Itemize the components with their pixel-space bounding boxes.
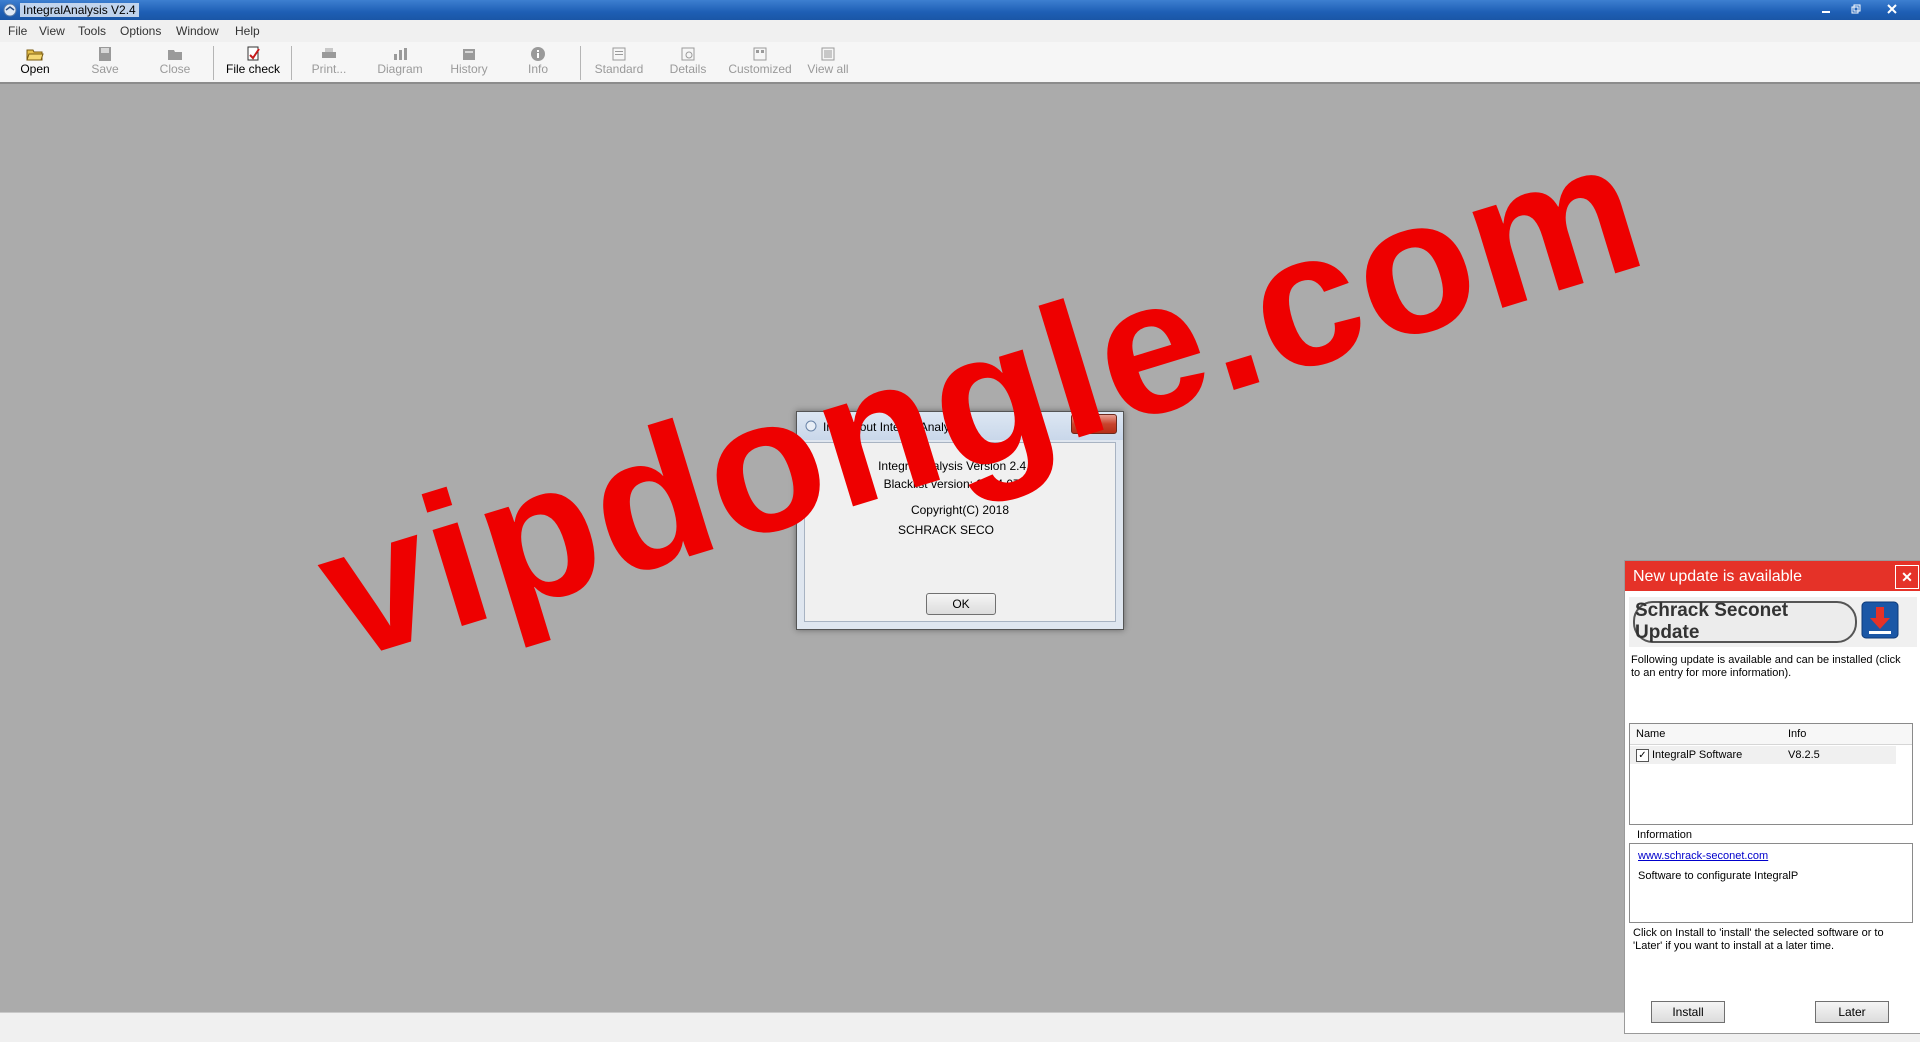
save-button[interactable]: Save: [82, 44, 128, 80]
update-panel-title: New update is available: [1633, 568, 1802, 585]
restore-button[interactable]: [1842, 0, 1870, 18]
install-button[interactable]: Install: [1651, 1001, 1725, 1023]
ok-button[interactable]: OK: [926, 593, 996, 615]
table-header: Name Info: [1630, 724, 1912, 745]
print-button[interactable]: Print...: [306, 44, 352, 80]
menu-bar: File View Tools Options Window Help: [0, 20, 1920, 43]
information-label: Information: [1637, 829, 1693, 841]
info-icon: [531, 47, 545, 61]
view-all-icon: [821, 47, 835, 61]
open-folder-icon: [26, 49, 44, 61]
save-icon: [99, 47, 111, 61]
view-all-button[interactable]: View all: [804, 44, 852, 80]
close-icon: [1887, 4, 1897, 14]
file-check-button[interactable]: File check: [222, 44, 284, 80]
open-label: Open: [20, 62, 50, 76]
close-window-button[interactable]: [1878, 0, 1906, 18]
minimize-button[interactable]: [1812, 0, 1840, 18]
file-check-label: File check: [225, 62, 281, 76]
print-label: Print...: [311, 62, 347, 76]
update-intro-text: Following update is available and can be…: [1631, 654, 1901, 679]
toolbar-separator: [213, 46, 214, 80]
customized-label: Customized: [728, 62, 792, 76]
update-panel-header: New update is available ✕: [1625, 561, 1920, 591]
menu-view[interactable]: View: [39, 24, 65, 38]
file-check-icon: [247, 46, 260, 61]
minimize-icon: [1822, 11, 1830, 13]
menu-window[interactable]: Window: [176, 24, 219, 38]
toolbar-separator: [580, 46, 581, 80]
print-icon: [322, 48, 336, 58]
history-label: History: [450, 62, 488, 76]
save-label: Save: [91, 62, 119, 76]
table-row[interactable]: ✓ IntegralP Software V8.2.5: [1630, 746, 1896, 764]
standard-label: Standard: [594, 62, 644, 76]
details-view-icon: [681, 47, 695, 61]
history-button[interactable]: History: [446, 44, 492, 80]
info-description: Software to configurate IntegralP: [1638, 870, 1799, 882]
info-label: Info: [527, 62, 548, 76]
download-icon: [1861, 601, 1899, 639]
restore-icon: [1851, 4, 1861, 14]
info-button[interactable]: Info: [518, 44, 558, 80]
later-button[interactable]: Later: [1815, 1001, 1889, 1023]
menu-tools[interactable]: Tools: [78, 24, 106, 38]
customized-button[interactable]: Customized: [726, 44, 794, 80]
row-name: IntegralP Software: [1652, 749, 1743, 761]
row-info: V8.2.5: [1788, 749, 1820, 761]
customized-view-icon: [753, 47, 767, 61]
install-instructions: Click on Install to 'install' the select…: [1633, 927, 1884, 952]
column-info: Info: [1788, 728, 1807, 740]
window-title-bar[interactable]: IntegralAnalysis V2.4: [0, 0, 1920, 20]
close-label: Close: [159, 62, 191, 76]
update-panel-close-button[interactable]: ✕: [1895, 565, 1919, 589]
details-button[interactable]: Details: [666, 44, 710, 80]
update-checkbox[interactable]: ✓: [1636, 749, 1649, 762]
menu-help[interactable]: Help: [235, 24, 260, 38]
update-panel: New update is available ✕ Schrack Secone…: [1624, 560, 1920, 1034]
menu-options[interactable]: Options: [120, 24, 161, 38]
open-button[interactable]: Open: [12, 44, 58, 80]
close-button[interactable]: Close: [152, 44, 198, 80]
information-box: www.schrack-seconet.com Software to conf…: [1629, 843, 1913, 923]
details-label: Details: [669, 62, 707, 76]
menu-file[interactable]: File: [8, 24, 27, 38]
schrack-link[interactable]: www.schrack-seconet.com: [1638, 850, 1768, 863]
close-folder-icon: [168, 50, 182, 60]
standard-button[interactable]: Standard: [592, 44, 646, 80]
standard-view-icon: [612, 47, 626, 61]
update-table: Name Info ✓ IntegralP Software V8.2.5: [1629, 723, 1913, 825]
diagram-icon: [394, 48, 407, 60]
update-banner: Schrack Seconet Update: [1629, 597, 1917, 647]
close-icon: ✕: [1901, 568, 1913, 585]
toolbar-separator: [291, 46, 292, 80]
app-icon: [3, 3, 17, 17]
diagram-button[interactable]: Diagram: [374, 44, 426, 80]
schrack-seconet-logo: Schrack Seconet Update: [1633, 600, 1857, 643]
toolbar: Open Save Close File check Print... Diag…: [0, 42, 1920, 84]
history-icon: [463, 49, 475, 60]
window-title: IntegralAnalysis V2.4: [20, 3, 139, 17]
diagram-label: Diagram: [377, 62, 423, 76]
column-name: Name: [1636, 728, 1666, 740]
view-all-label: View all: [807, 62, 849, 76]
